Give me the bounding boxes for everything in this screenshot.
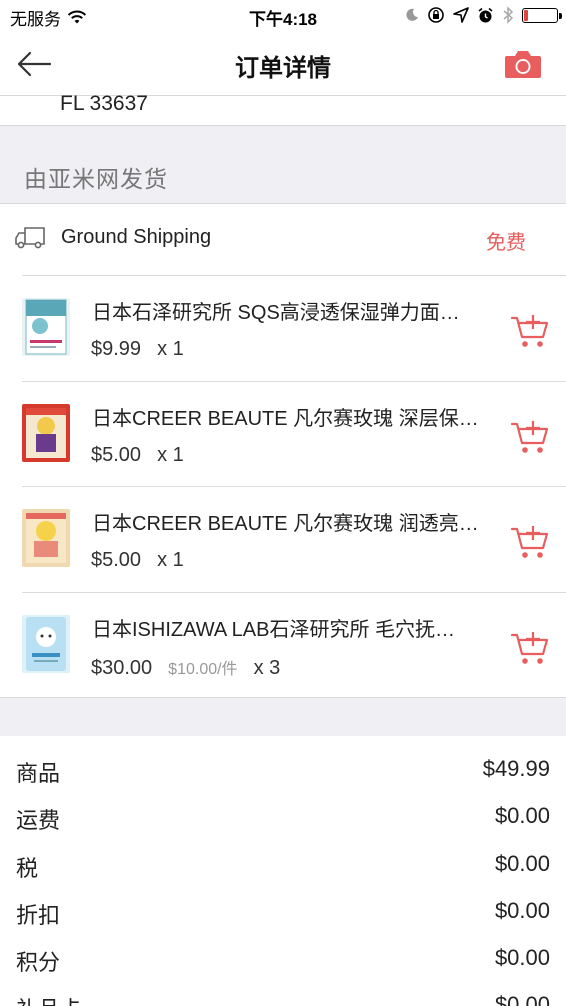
address-line: FL 33637 [60, 92, 148, 115]
summary-row-tax: 税 $0.00 [0, 831, 566, 881]
item-price-line: $5.00 x 1 [91, 549, 184, 572]
item-price-line: $9.99 x 1 [91, 338, 184, 361]
item-name: 日本CREER BEAUTE 凡尔赛玫瑰 润透亮… [92, 513, 479, 535]
rotation-lock-icon [428, 7, 444, 23]
shipping-method-row: Ground Shipping 免费 [0, 204, 566, 276]
moon-icon [406, 8, 418, 21]
bluetooth-icon [503, 6, 514, 24]
add-to-cart-icon[interactable] [510, 418, 550, 456]
item-name: 日本石泽研究所 SQS高浸透保湿弹力面… [92, 302, 460, 324]
item-quantity: x 1 [157, 549, 184, 571]
product-thumbnail [22, 509, 70, 567]
item-price-line: $5.00 x 1 [91, 444, 184, 467]
status-bar: 无服务 下午4:18 [0, 0, 566, 32]
shipping-fee: 免费 [486, 232, 526, 254]
section-spacer [0, 698, 566, 736]
camera-icon[interactable] [504, 48, 542, 80]
item-price: $5.00 [91, 549, 142, 571]
summary-value: $0.00 [494, 945, 550, 971]
page-title: 订单详情 [235, 55, 331, 82]
product-thumbnail [22, 403, 70, 462]
summary-value: $0.00 [494, 992, 550, 1006]
summary-label: 礼品卡 [16, 992, 82, 1006]
item-name: 日本ISHIZAWA LAB石泽研究所 毛穴抚… [92, 618, 455, 641]
product-thumbnail [22, 298, 70, 356]
summary-row-gift-card: 礼品卡 $0.00 [0, 972, 566, 1006]
item-price-line: $30.00 $10.00/件 x 3 [91, 655, 280, 680]
ship-from-header: 由亚米网发货 [0, 126, 566, 204]
alarm-icon [478, 7, 493, 22]
item-price: $30.00 [91, 656, 153, 679]
item-name: 日本CREER BEAUTE 凡尔赛玫瑰 深层保… [92, 407, 479, 430]
summary-row-points: 积分 $0.00 [0, 925, 566, 975]
add-to-cart-icon[interactable] [510, 629, 550, 667]
location-icon [453, 7, 469, 23]
battery-level [524, 9, 528, 21]
summary-row-items: 商品 $49.99 [0, 736, 566, 786]
order-item[interactable]: 日本ISHIZAWA LAB石泽研究所 毛穴抚… $30.00 $10.00/件… [0, 592, 566, 698]
truck-icon [15, 227, 45, 249]
order-item[interactable]: 日本石泽研究所 SQS高浸透保湿弹力面… $9.99 x 1 [0, 276, 566, 382]
summary-value: $0.00 [494, 803, 550, 829]
ship-from-label: 由亚米网发货 [24, 166, 168, 192]
order-item[interactable]: 日本CREER BEAUTE 凡尔赛玫瑰 润透亮… $5.00 x 1 [0, 487, 566, 593]
summary-value: $0.00 [494, 897, 550, 923]
item-unit-price: $10.00/件 [168, 660, 238, 678]
add-to-cart-icon[interactable] [510, 523, 550, 561]
address-section: FL 33637 [0, 92, 566, 126]
shipping-method: Ground Shipping [61, 226, 212, 248]
item-quantity: x 1 [157, 338, 184, 360]
nav-bar: 订单详情 [0, 32, 566, 96]
summary-value: $49.99 [482, 756, 550, 781]
order-summary: 商品 $49.99 运费 $0.00 税 $0.00 折扣 $0.00 积分 $… [0, 736, 566, 1006]
summary-value: $0.00 [494, 850, 550, 876]
item-quantity: x 1 [157, 443, 184, 466]
battery-icon [522, 7, 562, 23]
product-thumbnail [22, 614, 70, 673]
summary-row-discount: 折扣 $0.00 [0, 878, 566, 928]
item-price: $5.00 [91, 443, 142, 466]
status-right [405, 6, 562, 24]
item-price: $9.99 [91, 338, 142, 360]
summary-row-shipping: 运费 $0.00 [0, 783, 566, 833]
item-quantity: x 3 [253, 656, 281, 679]
add-to-cart-icon[interactable] [510, 312, 550, 350]
order-items: 日本石泽研究所 SQS高浸透保湿弹力面… $9.99 x 1 日本CREER B… [0, 276, 566, 698]
order-item[interactable]: 日本CREER BEAUTE 凡尔赛玫瑰 深层保… $5.00 x 1 [0, 381, 566, 487]
